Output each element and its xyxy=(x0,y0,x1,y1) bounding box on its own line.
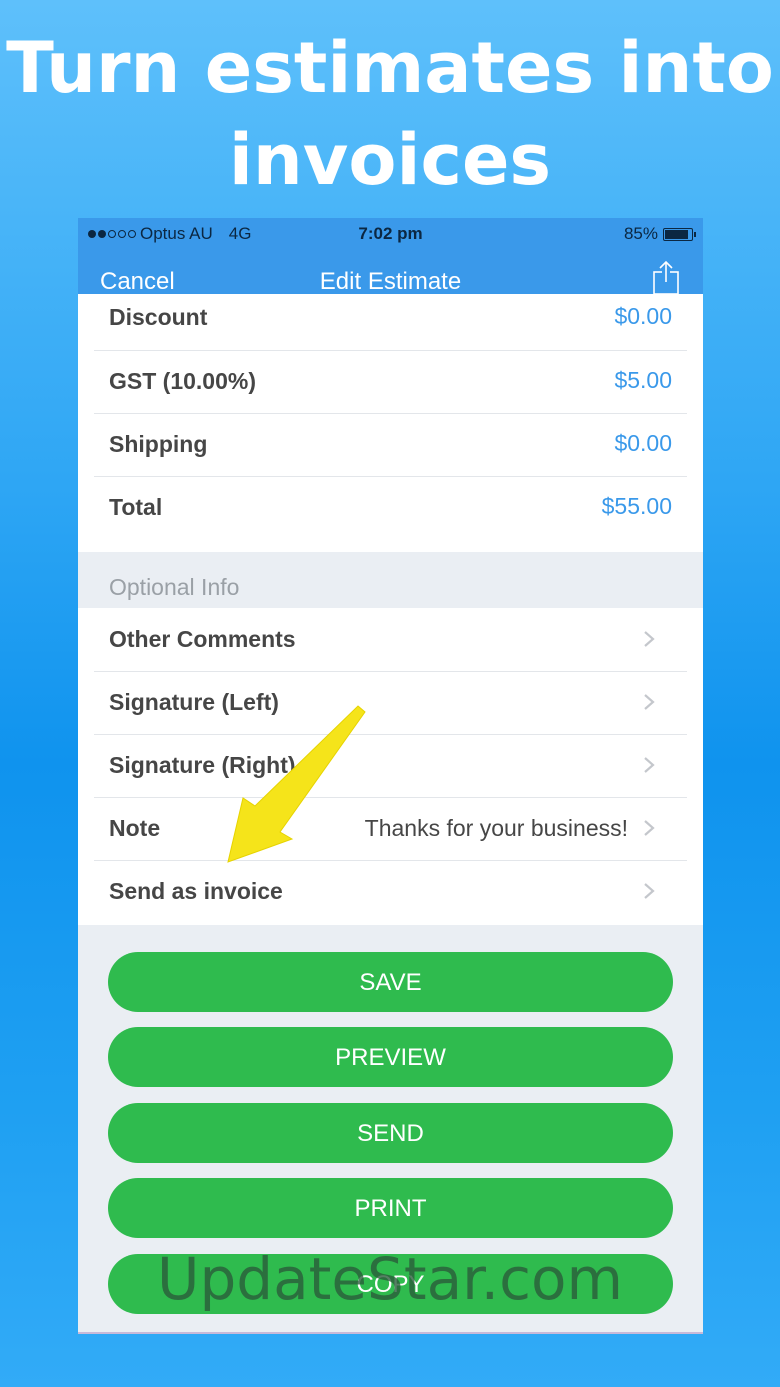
battery-percent: 85% xyxy=(623,224,658,243)
section-header: Optional Info xyxy=(109,574,240,600)
row-label: Send as invoice xyxy=(109,878,283,904)
row-value: $0.00 xyxy=(614,303,672,329)
print-button[interactable]: PRINT xyxy=(108,1178,673,1238)
headline-line-1: Turn estimates into xyxy=(6,27,774,109)
status-time: 7:02 pm xyxy=(358,224,423,243)
send-button[interactable]: SEND xyxy=(108,1103,673,1163)
chevron-right-icon xyxy=(644,820,655,836)
row-label: GST (10.00%) xyxy=(109,368,256,394)
row-label: Note xyxy=(109,815,161,841)
chevron-right-icon xyxy=(644,694,655,710)
list-item[interactable]: Other Comments xyxy=(78,608,703,671)
row-label: Signature (Left) xyxy=(109,689,279,715)
optional-info-card: Other Comments Signature (Left) Signatur… xyxy=(78,608,703,925)
list-item[interactable]: Note Thanks for your business! xyxy=(78,797,703,860)
totals-row[interactable]: Shipping $0.00 xyxy=(78,413,703,476)
list-item[interactable]: Signature (Right) xyxy=(78,734,703,797)
battery-info: 85% xyxy=(623,224,696,244)
row-value: $0.00 xyxy=(614,430,672,456)
phone-screen: Optus AU 4G 7:02 pm 85% Cancel Edit Esti… xyxy=(78,218,703,1334)
row-value: $55.00 xyxy=(601,493,672,519)
send-as-invoice-item[interactable]: Send as invoice xyxy=(78,860,703,923)
list-item[interactable]: Signature (Left) xyxy=(78,671,703,734)
row-label: Signature (Right) xyxy=(109,752,296,778)
row-label: Shipping xyxy=(109,431,208,457)
chevron-right-icon xyxy=(644,631,655,647)
row-label: Other Comments xyxy=(109,626,296,652)
totals-row[interactable]: GST (10.00%) $5.00 xyxy=(78,350,703,413)
preview-button[interactable]: PREVIEW xyxy=(108,1027,673,1087)
note-value: Thanks for your business! xyxy=(364,815,628,841)
row-label: Discount xyxy=(109,304,208,330)
status-bar: Optus AU 4G 7:02 pm 85% xyxy=(78,218,703,250)
chevron-right-icon xyxy=(644,757,655,773)
save-button[interactable]: SAVE xyxy=(108,952,673,1012)
chevron-right-icon xyxy=(644,883,655,899)
totals-row[interactable]: Discount $0.00 xyxy=(78,284,703,350)
totals-card: Discount $0.00 GST (10.00%) $5.00 Shippi… xyxy=(78,294,703,552)
row-label: Total xyxy=(109,494,163,520)
headline-line-2: invoices xyxy=(228,119,552,201)
row-value: $5.00 xyxy=(614,367,672,393)
totals-row[interactable]: Total $55.00 xyxy=(78,476,703,539)
headline: Turn estimates into invoices xyxy=(0,22,780,206)
watermark-text: UpdateStar.com xyxy=(157,1245,623,1313)
battery-icon xyxy=(663,227,696,241)
